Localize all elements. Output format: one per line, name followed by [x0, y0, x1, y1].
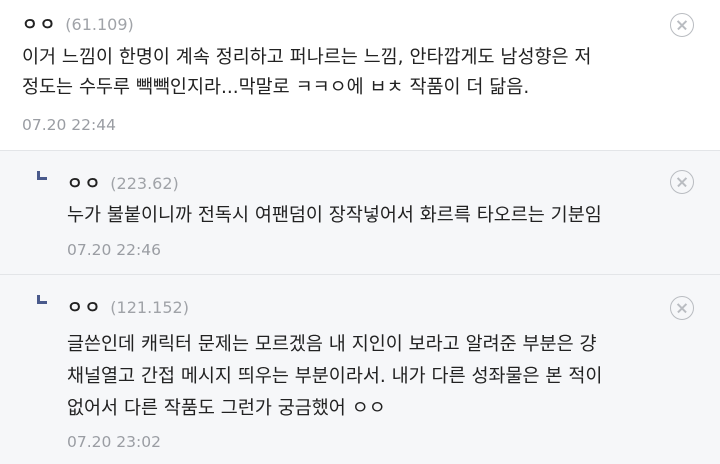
comment-body: 글쓴인데 캐릭터 문제는 모르겠음 내 지인이 보라고 알려준 부분은 걍 채널…: [67, 329, 602, 425]
comment-body: 이거 느낌이 한명이 계속 정리하고 퍼나르는 느낌, 안타깝게도 남성향은 저…: [22, 43, 591, 103]
close-circle-icon[interactable]: [670, 13, 694, 37]
comment-line: 글쓴인데 캐릭터 문제는 모르겠음 내 지인이 보라고 알려준 부분은 걍: [67, 334, 597, 355]
reply-arrow-icon: [37, 295, 47, 304]
comment-header: ㅇㅇ (223.62): [67, 169, 179, 194]
comment-line: 정도는 수두루 빽빽인지라...막말로 ㅋㅋㅇ에 ㅂㅊ 작품이 더 닮음.: [22, 77, 530, 98]
reply-item: ㅇㅇ (223.62) 누가 불붙이니까 전독시 여팬덤이 장작넣어서 화르륵 …: [0, 150, 720, 274]
comment-nickname[interactable]: ㅇㅇ: [67, 293, 102, 318]
reply-arrow-icon: [37, 171, 47, 180]
comment-header: ㅇㅇ (121.152): [67, 293, 189, 318]
close-circle-icon[interactable]: [670, 170, 694, 194]
comment-ip: (223.62): [110, 174, 179, 193]
comment-line: 이거 느낌이 한명이 계속 정리하고 퍼나르는 느낌, 안타깝게도 남성향은 저: [22, 47, 592, 68]
close-circle-icon[interactable]: [670, 296, 694, 320]
comment-nickname[interactable]: ㅇㅇ: [67, 169, 102, 194]
comment-nickname[interactable]: ㅇㅇ: [22, 10, 57, 35]
comment-line: 채널열고 간접 메시지 띄우는 부분이라서. 내가 다른 성좌물은 본 적이: [67, 366, 603, 387]
comment-header: ㅇㅇ (61.109): [22, 10, 134, 35]
comment-date: 07.20 22:46: [67, 241, 161, 259]
comment-body: 누가 불붙이니까 전독시 여팬덤이 장작넣어서 화르륵 타오르는 기분임: [67, 201, 602, 231]
comment-item: ㅇㅇ (61.109) 이거 느낌이 한명이 계속 정리하고 퍼나르는 느낌, …: [0, 0, 720, 150]
comment-ip: (121.152): [110, 298, 189, 317]
comment-ip: (61.109): [65, 15, 134, 34]
comment-line: 없어서 다른 작품도 그런가 궁금했어 ㅇㅇ: [67, 398, 386, 419]
comment-date: 07.20 22:44: [22, 116, 116, 134]
comment-line: 누가 불붙이니까 전독시 여팬덤이 장작넣어서 화르륵 타오르는 기분임: [67, 205, 602, 226]
comment-date: 07.20 23:02: [67, 433, 161, 451]
reply-item: ㅇㅇ (121.152) 글쓴인데 캐릭터 문제는 모르겠음 내 지인이 보라고…: [0, 274, 720, 464]
